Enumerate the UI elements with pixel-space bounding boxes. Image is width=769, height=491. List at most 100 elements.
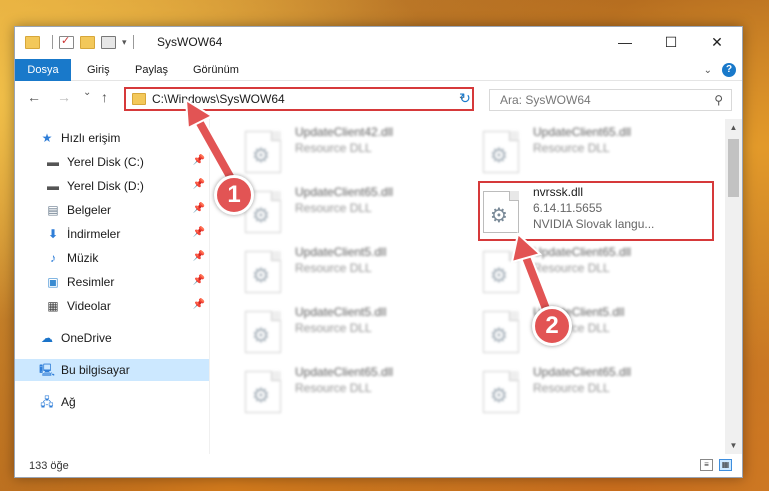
dll-file-icon: ⚙ xyxy=(245,311,281,353)
expand-ribbon-icon[interactable]: ⌄ xyxy=(704,65,712,76)
sidebar-item-onedrive[interactable]: ☁ OneDrive xyxy=(15,327,209,349)
list-item[interactable]: ⚙ UpdateClient65.dll Resource DLL xyxy=(479,363,699,419)
file-description: Resource DLL xyxy=(533,261,610,275)
pin-icon[interactable]: 📌 xyxy=(193,251,205,262)
file-name: UpdateClient5.dll xyxy=(295,245,387,259)
tab-home[interactable]: Giriş xyxy=(77,59,120,81)
dll-file-icon: ⚙ xyxy=(483,251,519,293)
file-name: nvrssk.dll xyxy=(533,185,584,199)
forward-button[interactable]: → xyxy=(57,89,71,105)
sidebar-item-quick-access[interactable]: ★ Hızlı erişim xyxy=(15,127,209,149)
sidebar-item-label: Belgeler xyxy=(67,203,112,217)
file-description: Resource DLL xyxy=(533,141,610,155)
callout-badge-1: 1 xyxy=(214,175,254,215)
file-explorer-window: ▾ SysWOW64 — ☐ ✕ Dosya Giriş Paylaş Görü… xyxy=(14,26,743,478)
list-item[interactable]: ⚙ UpdateClient42.dll Resource DLL xyxy=(241,123,461,179)
search-icon[interactable]: ⚲ xyxy=(714,93,723,107)
maximize-button[interactable]: ☐ xyxy=(648,27,694,57)
sidebar-item-label: Yerel Disk (C:) xyxy=(67,155,144,169)
documents-icon: ▤ xyxy=(47,203,59,217)
tab-share[interactable]: Paylaş xyxy=(125,59,178,81)
properties-check-icon[interactable] xyxy=(59,34,74,49)
list-item[interactable]: ⚙ UpdateClient65.dll Resource DLL xyxy=(479,123,699,179)
pin-icon[interactable]: 📌 xyxy=(193,203,205,214)
details-view-icon[interactable]: ≡ xyxy=(700,459,713,471)
drive-icon: ▬ xyxy=(47,179,59,193)
back-button[interactable]: ← xyxy=(27,89,41,105)
scroll-up-icon[interactable]: ▲ xyxy=(725,119,742,136)
quick-access-toolbar: ▾ xyxy=(25,34,140,49)
file-description: Resource DLL xyxy=(295,261,372,275)
list-item[interactable]: ⚙ UpdateClient65.dll Resource DLL xyxy=(241,183,461,239)
sidebar-item-documents[interactable]: ▤ Belgeler 📌 xyxy=(15,199,209,221)
dll-file-icon: ⚙ xyxy=(245,131,281,173)
dll-file-icon: ⚙ xyxy=(483,311,519,353)
file-description: Resource DLL xyxy=(295,321,372,335)
list-item[interactable]: ⚙ UpdateClient5.dll Resource DLL xyxy=(241,303,461,359)
sidebar-item-downloads[interactable]: ⬇ İndirmeler 📌 xyxy=(15,223,209,245)
file-description: Resource DLL xyxy=(295,381,372,395)
title-bar: ▾ SysWOW64 — ☐ ✕ xyxy=(15,27,742,59)
address-path: C:\Windows\SysWOW64 xyxy=(152,92,285,106)
sidebar-item-videos[interactable]: ▦ Videolar 📌 xyxy=(15,295,209,317)
vertical-scrollbar[interactable]: ▲ ▼ xyxy=(725,119,742,454)
recent-locations-button[interactable]: ⌄ xyxy=(83,87,91,98)
sidebar-item-pictures[interactable]: ▣ Resimler 📌 xyxy=(15,271,209,293)
customize-toolbar-icon[interactable] xyxy=(101,35,116,49)
sidebar-item-drive-d[interactable]: ▬ Yerel Disk (D:) 📌 xyxy=(15,175,209,197)
tab-file[interactable]: Dosya xyxy=(15,59,71,81)
status-bar: 133 öğe ≡ ▦ xyxy=(15,454,742,477)
sidebar-item-drive-c[interactable]: ▬ Yerel Disk (C:) 📌 xyxy=(15,151,209,173)
tiles-view-icon[interactable]: ▦ xyxy=(719,459,732,471)
folder-icon xyxy=(132,93,146,105)
close-button[interactable]: ✕ xyxy=(694,27,740,57)
sidebar-item-label: Yerel Disk (D:) xyxy=(67,179,144,193)
drive-icon: ▬ xyxy=(47,155,59,169)
list-item[interactable]: ⚙ UpdateClient65.dll Resource DLL xyxy=(241,363,461,419)
address-bar[interactable]: C:\Windows\SysWOW64 ⌄ xyxy=(124,87,474,111)
sidebar-item-label: İndirmeler xyxy=(67,227,121,241)
pin-icon[interactable]: 📌 xyxy=(193,299,205,310)
file-description: Resource DLL xyxy=(533,381,610,395)
file-version: 6.14.11.5655 xyxy=(533,201,603,215)
search-input[interactable]: Ara: SysWOW64 ⚲ xyxy=(489,89,732,111)
separator xyxy=(132,35,134,49)
sidebar-item-label: OneDrive xyxy=(61,331,112,345)
sidebar-item-label: Hızlı erişim xyxy=(61,131,121,145)
dll-file-icon: ⚙ xyxy=(245,371,281,413)
up-button[interactable]: ↑ xyxy=(101,89,108,105)
refresh-button[interactable]: ↻ xyxy=(456,89,474,107)
file-description: Resource DLL xyxy=(295,141,372,155)
pin-icon[interactable]: 📌 xyxy=(193,155,205,166)
scrollbar-thumb[interactable] xyxy=(728,139,739,197)
file-name: UpdateClient65.dll xyxy=(295,185,394,199)
ribbon-tabs: Dosya Giriş Paylaş Görünüm ⌄ ? xyxy=(15,59,742,81)
separator xyxy=(52,35,53,49)
new-folder-icon[interactable] xyxy=(80,35,95,49)
star-icon: ★ xyxy=(41,131,53,145)
navigation-bar: ← → ⌄ ↑ C:\Windows\SysWOW64 ⌄ ↻ Ara: Sys… xyxy=(15,81,742,115)
computer-icon: 🖳 xyxy=(39,363,56,377)
list-item-nvrssk[interactable]: ⚙ nvrssk.dll 6.14.11.5655 NVIDIA Slovak … xyxy=(479,183,699,239)
pin-icon[interactable]: 📌 xyxy=(193,275,205,286)
list-item[interactable]: ⚙ UpdateClient5.dll Resource DLL xyxy=(241,243,461,299)
help-icon[interactable]: ? xyxy=(722,63,736,77)
pin-icon[interactable]: 📌 xyxy=(193,227,205,238)
search-placeholder: Ara: SysWOW64 xyxy=(500,93,591,107)
pin-icon[interactable]: 📌 xyxy=(193,179,205,190)
chevron-down-icon[interactable]: ▾ xyxy=(122,37,127,48)
sidebar-item-music[interactable]: ♪ Müzik 📌 xyxy=(15,247,209,269)
videos-icon: ▦ xyxy=(47,299,59,313)
sidebar-item-network[interactable]: 🖧 Ağ xyxy=(15,391,209,413)
list-item[interactable]: ⚙ UpdateClient5.dll Resource DLL xyxy=(479,303,699,359)
file-name: UpdateClient65.dll xyxy=(533,125,632,139)
file-name: UpdateClient65.dll xyxy=(533,365,632,379)
file-name: UpdateClient65.dll xyxy=(295,365,394,379)
sidebar-item-this-pc[interactable]: 🖳 Bu bilgisayar xyxy=(15,359,209,381)
tab-view[interactable]: Görünüm xyxy=(183,59,249,81)
callout-badge-2: 2 xyxy=(532,306,572,346)
dll-file-icon: ⚙ xyxy=(483,131,519,173)
scroll-down-icon[interactable]: ▼ xyxy=(725,437,742,454)
minimize-button[interactable]: — xyxy=(602,27,648,57)
list-item[interactable]: ⚙ UpdateClient65.dll Resource DLL xyxy=(479,243,699,299)
